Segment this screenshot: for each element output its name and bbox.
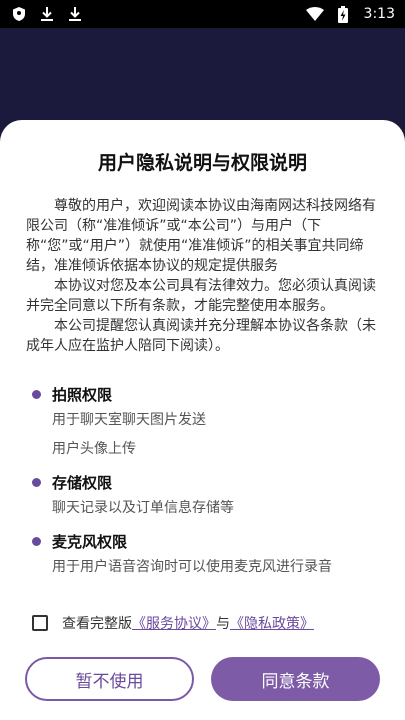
agreement-prefix: 查看完整版	[62, 616, 132, 632]
permission-camera: 拍照权限 用于聊天室聊天图片发送 用户头像上传	[32, 382, 377, 464]
bullet-icon	[32, 477, 41, 487]
agreement-row: 查看完整版 《服务协议》 与 《隐私政策》	[32, 610, 382, 636]
permission-title: 麦克风权限	[52, 532, 128, 551]
permission-description: 用于聊天室聊天图片发送	[52, 412, 206, 428]
download-icon	[38, 5, 56, 23]
bullet-icon	[32, 389, 41, 399]
accept-button[interactable]: 同意条款	[211, 657, 380, 701]
battery-charging-icon	[334, 5, 352, 23]
status-bar: 3:13	[0, 0, 405, 28]
permission-description: 用户头像上传	[52, 441, 136, 457]
status-bar-left	[10, 5, 84, 23]
permission-list: 拍照权限 用于聊天室聊天图片发送 用户头像上传 存储权限 聊天记录以及订单信息存…	[32, 382, 377, 588]
agreement-text: 尊敬的用户，欢迎阅读本协议由海南网达科技网络有限公司（称“准准倾诉”或“本公司”…	[26, 196, 382, 356]
permission-description: 聊天记录以及订单信息存储等	[52, 500, 234, 516]
permission-description: 用于用户语音咨询时可以使用麦克风进行录音	[52, 559, 332, 575]
download-icon	[66, 5, 84, 23]
permission-storage: 存储权限 聊天记录以及订单信息存储等	[32, 470, 377, 523]
permission-title: 拍照权限	[52, 385, 113, 404]
agreement-paragraph: 本公司提醒您认真阅读并充分理解本协议各条款（未成年人应在监护人陪同下阅读）。	[26, 318, 376, 354]
agree-checkbox[interactable]	[32, 615, 48, 631]
privacy-dialog: 用户隐私说明与权限说明 尊敬的用户，欢迎阅读本协议由海南网达科技网络有限公司（称…	[0, 120, 405, 720]
agreement-connector: 与	[216, 616, 230, 632]
permission-microphone: 麦克风权限 用于用户语音咨询时可以使用麦克风进行录音	[32, 529, 377, 582]
agreement-paragraph: 尊敬的用户，欢迎阅读本协议由海南网达科技网络有限公司（称“准准倾诉”或“本公司”…	[26, 198, 376, 274]
privacy-policy-link[interactable]: 《隐私政策》	[230, 613, 314, 633]
clock: 3:13	[363, 6, 395, 22]
dialog-title: 用户隐私说明与权限说明	[97, 152, 307, 174]
bullet-icon	[32, 536, 41, 546]
status-bar-right: 3:13	[305, 5, 395, 23]
shield-icon	[10, 5, 28, 23]
service-agreement-link[interactable]: 《服务协议》	[132, 613, 216, 633]
permission-title: 存储权限	[52, 473, 113, 492]
agreement-paragraph: 本协议对您及本公司具有法律效力。您必须认真阅读并完全同意以下所有条款，才能完整使…	[26, 278, 376, 314]
wifi-icon	[305, 5, 324, 23]
decline-button[interactable]: 暂不使用	[25, 657, 194, 701]
